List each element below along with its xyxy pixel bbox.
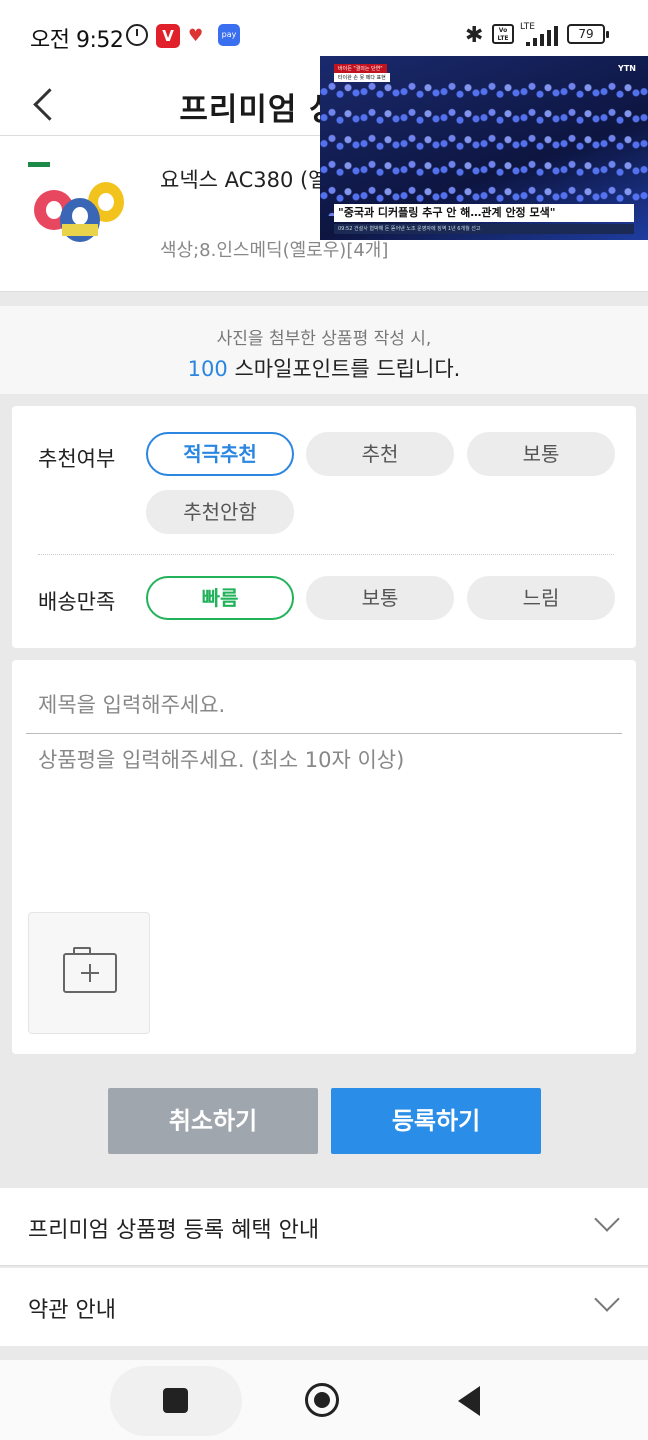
review-body-input[interactable]: [26, 744, 622, 894]
delivery-option-normal[interactable]: 보통: [306, 576, 454, 620]
chevron-down-icon: [594, 1206, 620, 1232]
terms-accordion[interactable]: 약관 안내: [0, 1268, 648, 1346]
chevron-down-icon: [594, 1286, 620, 1312]
notice-line2-text: 스마일포인트를 드립니다.: [227, 357, 461, 381]
camera-plus-icon: [63, 947, 117, 993]
delivery-option-slow[interactable]: 느림: [467, 576, 615, 620]
health-app-icon: ♥: [188, 26, 204, 46]
notice-points: 100: [187, 357, 228, 381]
photo-review-notice: 사진을 첨부한 상품평 작성 시, 100 스마일포인트를 드립니다.: [0, 306, 648, 394]
recommend-option-strong[interactable]: 적극추천: [146, 432, 294, 476]
delivery-option-fast[interactable]: 빠름: [146, 576, 294, 620]
recommend-option-no[interactable]: 추천안함: [146, 490, 294, 534]
alarm-icon: [126, 24, 148, 46]
product-thumbnail: [26, 158, 130, 254]
notice-line1: 사진을 첨부한 상품평 작성 시,: [216, 329, 432, 349]
battery-icon: 79: [567, 24, 609, 44]
pip-video-player[interactable]: 바이든 "결의는 단연" 타이완 손 못 떼다 표현 YTN "중국과 디커플링…: [320, 56, 648, 240]
add-photo-button[interactable]: [28, 912, 150, 1034]
app-notification-icon: V: [156, 24, 180, 48]
video-ticker: 09:52 건설사 협박해 돈 뜯어낸 노조 운영자에 징역 1년 6개월 선고: [334, 224, 634, 234]
video-subchip: 타이완 손 못 떼다 표현: [334, 73, 390, 82]
divider: [38, 554, 614, 555]
delivery-label: 배송만족: [38, 590, 116, 614]
nav-back-icon[interactable]: [458, 1386, 480, 1416]
recent-apps-icon[interactable]: [163, 1388, 188, 1413]
recommend-option-neutral[interactable]: 보통: [467, 432, 615, 476]
video-caption: "중국과 디커플링 추구 안 해…관계 안정 모색": [334, 204, 634, 222]
submit-button[interactable]: 등록하기: [331, 1088, 541, 1154]
system-nav-bar: [0, 1360, 648, 1440]
recommend-label: 추천여부: [38, 447, 116, 471]
cancel-button[interactable]: 취소하기: [108, 1088, 318, 1154]
rating-card: 추천여부 적극추천 추천 보통 추천안함 배송만족 빠름 보통 느림: [12, 406, 636, 648]
terms-label: 약관 안내: [28, 1298, 116, 1323]
home-icon[interactable]: [305, 1383, 339, 1417]
benefit-info-label: 프리미엄 상품평 등록 혜택 안내: [28, 1218, 320, 1243]
video-frame: [320, 76, 648, 216]
status-time: 오전 9:52: [30, 28, 124, 53]
notice-line2: 100 스마일포인트를 드립니다.: [0, 353, 648, 383]
video-chip: 바이든 "결의는 단연": [334, 64, 387, 73]
benefit-info-accordion[interactable]: 프리미엄 상품평 등록 혜택 안내: [0, 1188, 648, 1266]
pay-app-icon: pay: [218, 24, 240, 46]
signal-icon: [524, 26, 560, 46]
bluetooth-icon: ✱: [465, 23, 484, 48]
volte-icon: Vo LTE: [492, 24, 514, 44]
review-title-input[interactable]: [26, 676, 622, 734]
recommend-option-yes[interactable]: 추천: [306, 432, 454, 476]
review-form-card: [12, 660, 636, 1054]
broadcaster-logo: YTN: [618, 64, 636, 73]
